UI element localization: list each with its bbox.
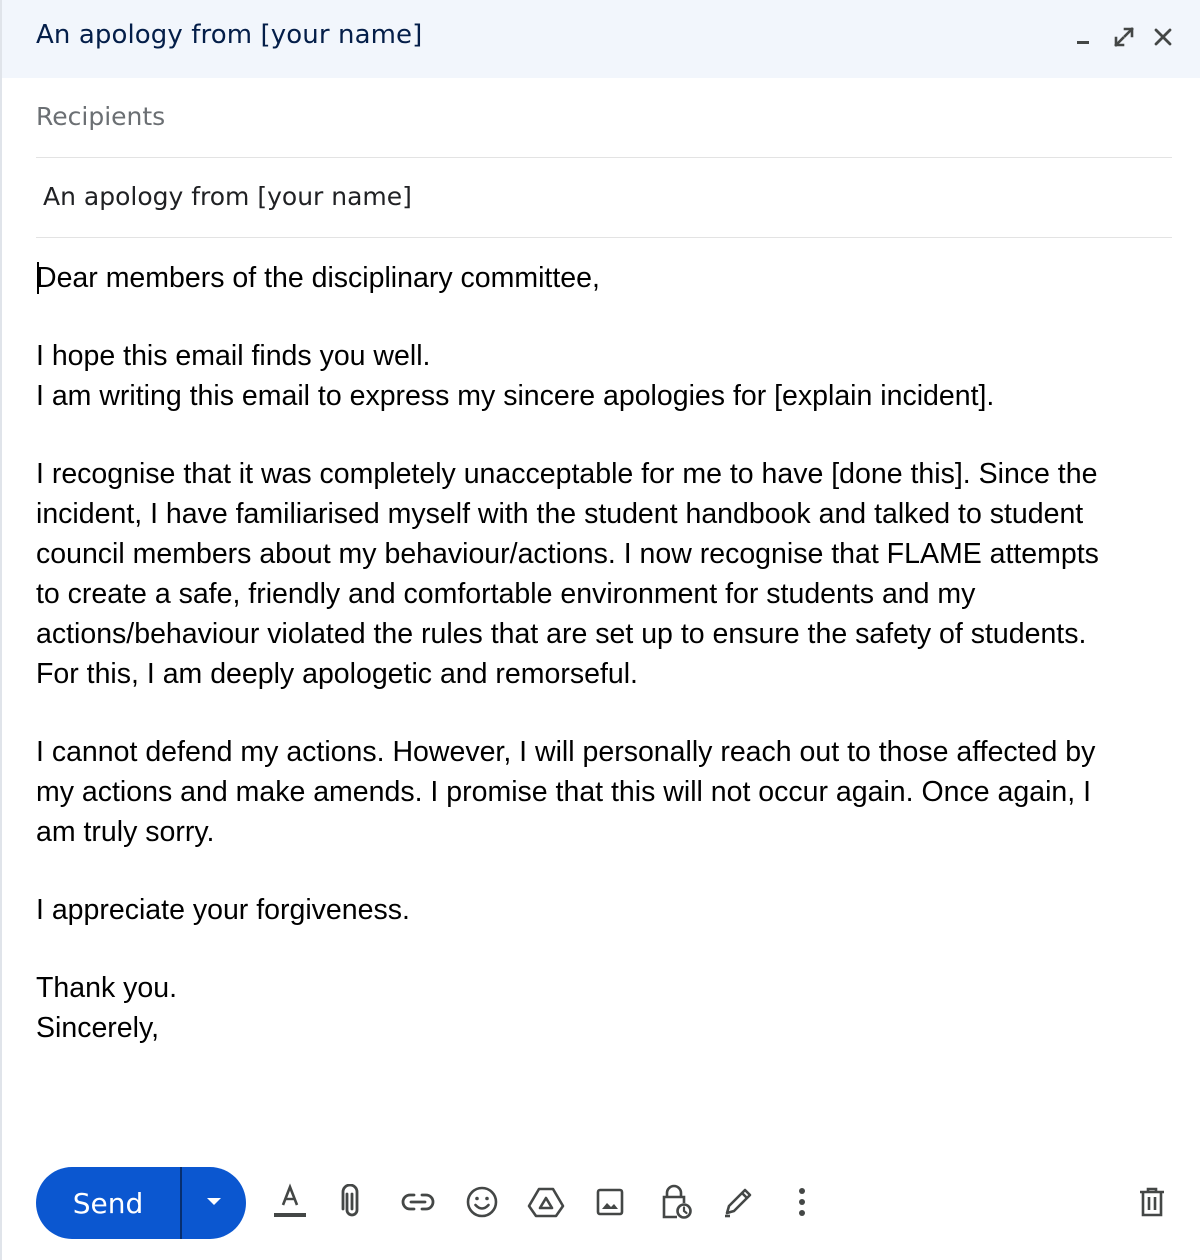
recipients-field[interactable]: Recipients [36,78,1172,158]
insert-drive-file-button[interactable] [526,1182,566,1222]
emoji-icon [465,1185,499,1219]
compose-title: An apology from [your name] [36,20,423,50]
attach-icon [339,1184,365,1220]
formatting-icon [272,1183,308,1221]
more-options-button[interactable] [782,1182,822,1222]
confidential-mode-button[interactable] [656,1182,696,1222]
drive-icon [527,1186,565,1218]
subject-field[interactable]: An apology from [your name] [36,158,1172,238]
close-button[interactable] [1146,22,1180,56]
expand-icon [1112,25,1136,54]
body-line: actions/behaviour violated the rules tha… [36,618,1087,650]
body-line: I recognise that it was completely unacc… [36,458,1098,490]
body-line: my actions and make amends. I promise th… [36,776,1092,808]
close-icon [1152,26,1174,53]
body-line: incident, I have familiarised myself wit… [36,498,1084,530]
confidential-icon [659,1183,693,1221]
closing-line: Sincerely, [36,1012,160,1044]
body-line: For this, I am deeply apologetic and rem… [36,658,638,690]
subject-input[interactable]: An apology from [your name] [43,182,412,211]
body-line: I cannot defend my actions. However, I w… [36,736,1096,768]
discard-draft-button[interactable] [1132,1182,1172,1222]
send-options-button[interactable] [182,1167,246,1239]
signature-icon [721,1185,755,1219]
body-line: to create a safe, friendly and comfortab… [36,578,976,610]
insert-emoji-button[interactable] [462,1182,502,1222]
attach-files-button[interactable] [332,1182,372,1222]
insert-link-button[interactable] [398,1182,438,1222]
dropdown-arrow-icon [206,1194,222,1212]
send-button[interactable]: Send [36,1167,180,1239]
body-line: am truly sorry. [36,816,215,848]
send-button-group: Send [36,1167,246,1239]
link-icon [400,1191,436,1213]
formatting-options-button[interactable] [270,1182,310,1222]
message-body[interactable]: Dear members of the disciplinary committ… [36,258,1172,1048]
insert-photo-button[interactable] [590,1182,630,1222]
full-screen-button[interactable] [1107,22,1141,56]
photo-icon [595,1187,625,1217]
recipients-label: Recipients [36,102,166,131]
greeting-line: Dear members of the disciplinary committ… [36,262,600,294]
body-line: I am writing this email to express my si… [36,380,995,412]
discard-icon [1138,1186,1166,1218]
closing-line: Thank you. [36,972,177,1004]
minimize-icon [1073,27,1093,52]
compose-window: An apology from [your name] Recipients A… [0,0,1200,1260]
insert-signature-button[interactable] [718,1182,758,1222]
compose-title-bar[interactable]: An apology from [your name] [2,0,1200,78]
more-options-icon [797,1187,807,1217]
body-line: I hope this email finds you well. [36,340,431,372]
minimize-button[interactable] [1066,22,1100,56]
body-line: council members about my behaviour/actio… [36,538,1099,570]
body-line: I appreciate your forgiveness. [36,894,410,926]
